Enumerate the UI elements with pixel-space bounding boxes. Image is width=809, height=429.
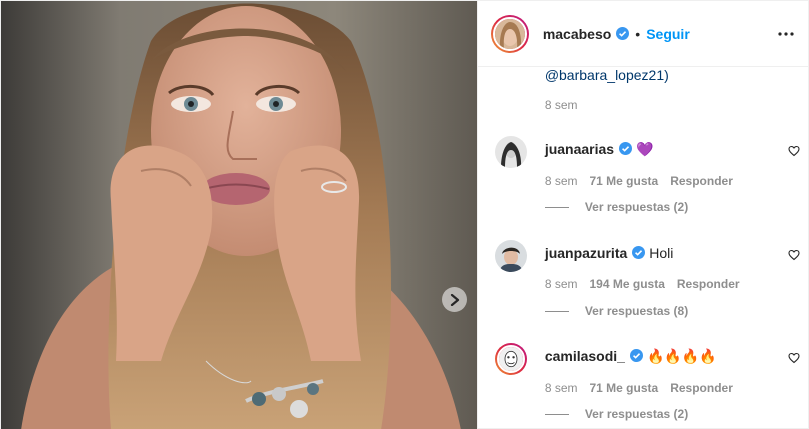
- author-avatar[interactable]: [490, 14, 529, 53]
- verified-badge-icon: [632, 246, 646, 259]
- replies-divider-line: [544, 413, 569, 415]
- comments-list[interactable]: @barbara_lopez21) 8 sem juanaarias 💜 8 s…: [478, 67, 808, 429]
- verified-badge-icon: [616, 27, 630, 40]
- comment-text: 🔥🔥🔥🔥: [646, 348, 717, 364]
- reply-button[interactable]: Responder: [670, 174, 733, 188]
- caption-timestamp[interactable]: 8 sem: [545, 98, 578, 112]
- verified-badge-icon: [619, 142, 633, 155]
- commenter-avatar[interactable]: [494, 136, 527, 168]
- reply-button[interactable]: Responder: [670, 381, 733, 395]
- heart-outline-icon[interactable]: [788, 352, 800, 364]
- post-side-panel: macabeso • Seguir @barbara_lopez21) 8 se…: [476, 1, 808, 429]
- commenter-avatar[interactable]: [494, 343, 527, 375]
- comment-time[interactable]: 8 sem: [545, 381, 578, 395]
- comment-username[interactable]: juanpazurita: [545, 245, 627, 261]
- comment-time[interactable]: 8 sem: [545, 174, 578, 188]
- comment-text: 💜: [636, 141, 654, 157]
- author-username[interactable]: macabeso: [543, 26, 611, 42]
- separator-dot: •: [635, 25, 641, 42]
- heart-outline-icon[interactable]: [788, 145, 800, 157]
- reply-button[interactable]: Responder: [677, 277, 740, 291]
- verified-badge-icon: [629, 349, 643, 362]
- follow-button[interactable]: Seguir: [646, 26, 690, 42]
- comment-time[interactable]: 8 sem: [545, 277, 578, 291]
- view-replies-label: Ver respuestas (2): [584, 407, 689, 421]
- heart-outline-icon[interactable]: [788, 249, 800, 261]
- post-header: macabeso • Seguir: [477, 1, 808, 67]
- post-photo: [1, 1, 477, 429]
- comment-username[interactable]: camilasodi_: [545, 348, 625, 364]
- view-replies-label: Ver respuestas (2): [584, 200, 689, 214]
- replies-divider-line: [544, 206, 569, 208]
- instagram-post: macabeso • Seguir @barbara_lopez21) 8 se…: [0, 0, 809, 429]
- view-replies-button[interactable]: Ver respuestas (2): [544, 200, 689, 214]
- next-image-button[interactable]: [442, 287, 467, 312]
- comment-likes[interactable]: 194 Me gusta: [590, 277, 665, 291]
- commenter-avatar-image: [496, 345, 525, 373]
- commenter-avatar-image: [494, 240, 527, 272]
- comment-username[interactable]: juanaarias: [545, 141, 614, 157]
- more-horizontal-icon[interactable]: [778, 31, 794, 36]
- comment-likes[interactable]: 71 Me gusta: [590, 381, 659, 395]
- view-replies-button[interactable]: Ver respuestas (8): [544, 304, 689, 318]
- replies-divider-line: [544, 310, 569, 312]
- post-media[interactable]: [1, 1, 477, 429]
- commenter-avatar[interactable]: [494, 240, 527, 272]
- comment-likes[interactable]: 71 Me gusta: [590, 174, 659, 188]
- view-replies-label: Ver respuestas (8): [584, 304, 689, 318]
- comment-text: Holi: [649, 245, 674, 261]
- commenter-avatar-image: [494, 136, 527, 168]
- chevron-right-icon: [450, 293, 459, 306]
- author-avatar-image: [494, 18, 525, 49]
- caption-mention-link[interactable]: @barbara_lopez21): [545, 67, 669, 83]
- view-replies-button[interactable]: Ver respuestas (2): [544, 407, 689, 421]
